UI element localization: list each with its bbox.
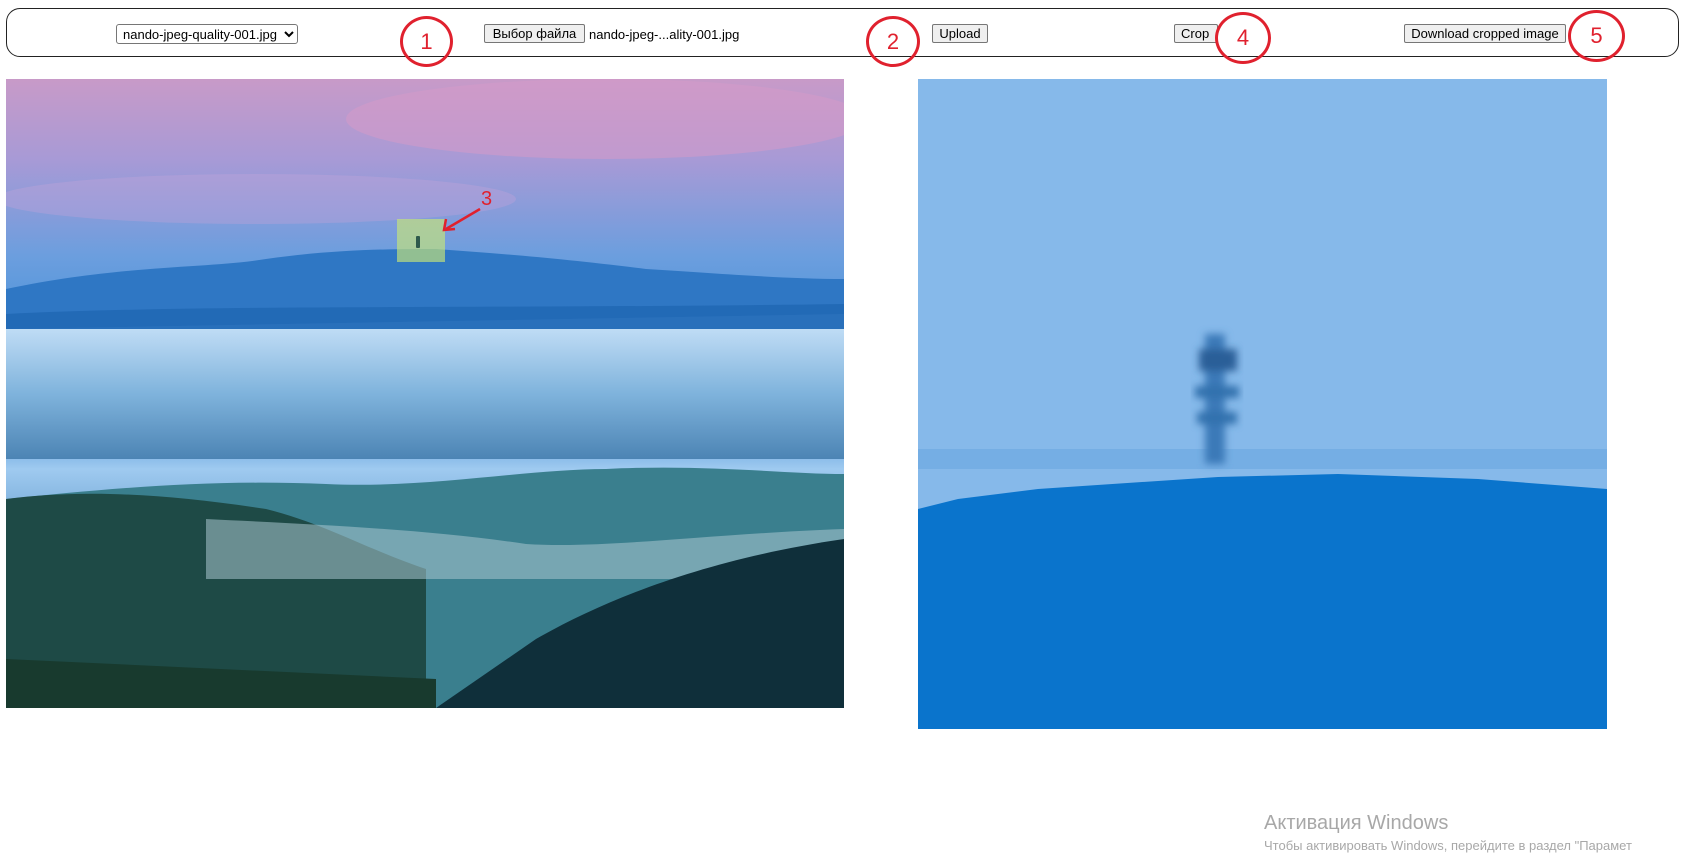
windows-activation-subtitle: Чтобы активировать Windows, перейдите в …: [1264, 838, 1632, 853]
cropped-image-preview: [918, 79, 1607, 729]
tower-thumbnail: [416, 236, 420, 248]
source-image[interactable]: [6, 79, 844, 708]
landscape-image: [6, 79, 844, 708]
crop-selection[interactable]: [397, 219, 445, 262]
annotation-marker-3: 3: [481, 188, 493, 210]
windows-activation-title: Активация Windows: [1264, 812, 1449, 834]
download-cropped-button[interactable]: Download cropped image: [1404, 24, 1566, 43]
selected-file-name: nando-jpeg-...ality-001.jpg: [589, 27, 740, 42]
annotation-marker-2: 2: [866, 16, 920, 67]
annotation-arrow: [442, 207, 481, 232]
upload-button[interactable]: Upload: [932, 24, 988, 43]
annotation-marker-4: 4: [1215, 12, 1271, 64]
zoomed-crop-image: [918, 79, 1607, 729]
choose-file-button[interactable]: Выбор файла: [484, 24, 585, 43]
image-select[interactable]: nando-jpeg-quality-001.jpg: [116, 24, 298, 44]
crop-button[interactable]: Crop: [1174, 24, 1218, 43]
annotation-marker-5: 5: [1568, 10, 1625, 62]
annotation-marker-1: 1: [400, 16, 453, 67]
